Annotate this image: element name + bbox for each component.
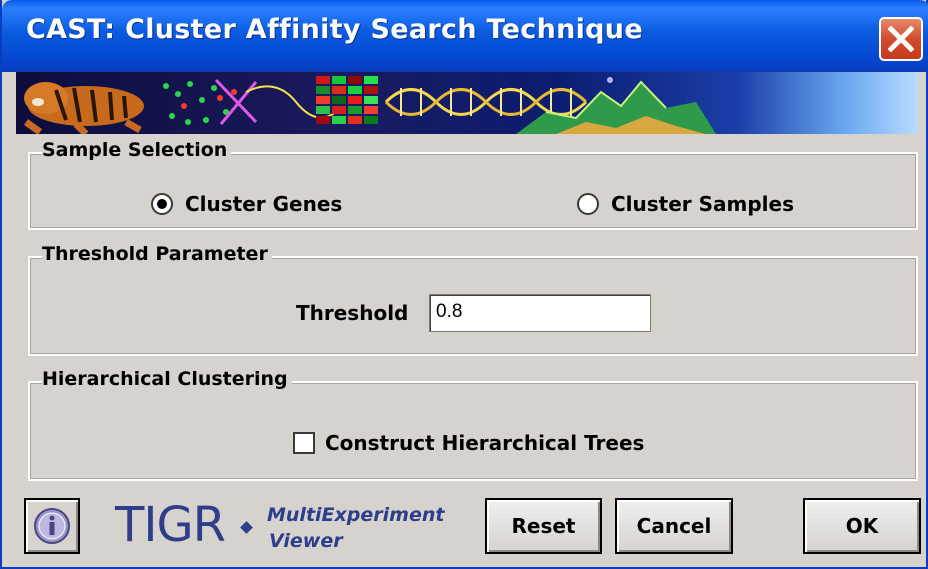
sample-selection-group: Sample Selection: [28, 139, 918, 230]
tigr-logo-diamond: [240, 521, 253, 534]
info-icon: [34, 508, 70, 544]
ok-button[interactable]: OK: [803, 498, 921, 554]
threshold-label: Threshold: [296, 301, 409, 325]
tigr-logo-text: TIGR: [115, 497, 226, 553]
cluster-samples-radio[interactable]: [577, 193, 599, 215]
cancel-button[interactable]: Cancel: [615, 498, 733, 554]
banner-image: [16, 72, 918, 134]
title-bar[interactable]: CAST: Cluster Affinity Search Technique: [2, 0, 928, 72]
cluster-samples-label[interactable]: Cluster Samples: [611, 192, 794, 216]
logo-subtitle-line2: Viewer: [269, 530, 343, 552]
reset-button[interactable]: Reset: [485, 498, 602, 554]
threshold-input[interactable]: 0.8: [429, 294, 651, 332]
cluster-genes-label[interactable]: Cluster Genes: [185, 192, 342, 216]
logo-subtitle-line1: MultiExperiment: [267, 504, 445, 526]
sample-selection-title: Sample Selection: [42, 139, 232, 161]
close-icon: [888, 26, 914, 52]
cast-dialog-window: CAST: Cluster Affinity Search Technique: [0, 0, 928, 569]
construct-trees-checkbox[interactable]: [293, 432, 315, 454]
close-button[interactable]: [879, 17, 923, 61]
construct-trees-label[interactable]: Construct Hierarchical Trees: [325, 431, 644, 455]
info-button[interactable]: [24, 498, 80, 554]
cluster-genes-radio[interactable]: [151, 193, 173, 215]
window-title: CAST: Cluster Affinity Search Technique: [26, 14, 643, 45]
threshold-parameter-title: Threshold Parameter: [42, 243, 272, 265]
radio-selected-dot: [157, 199, 167, 209]
hierarchical-clustering-title: Hierarchical Clustering: [42, 368, 292, 390]
